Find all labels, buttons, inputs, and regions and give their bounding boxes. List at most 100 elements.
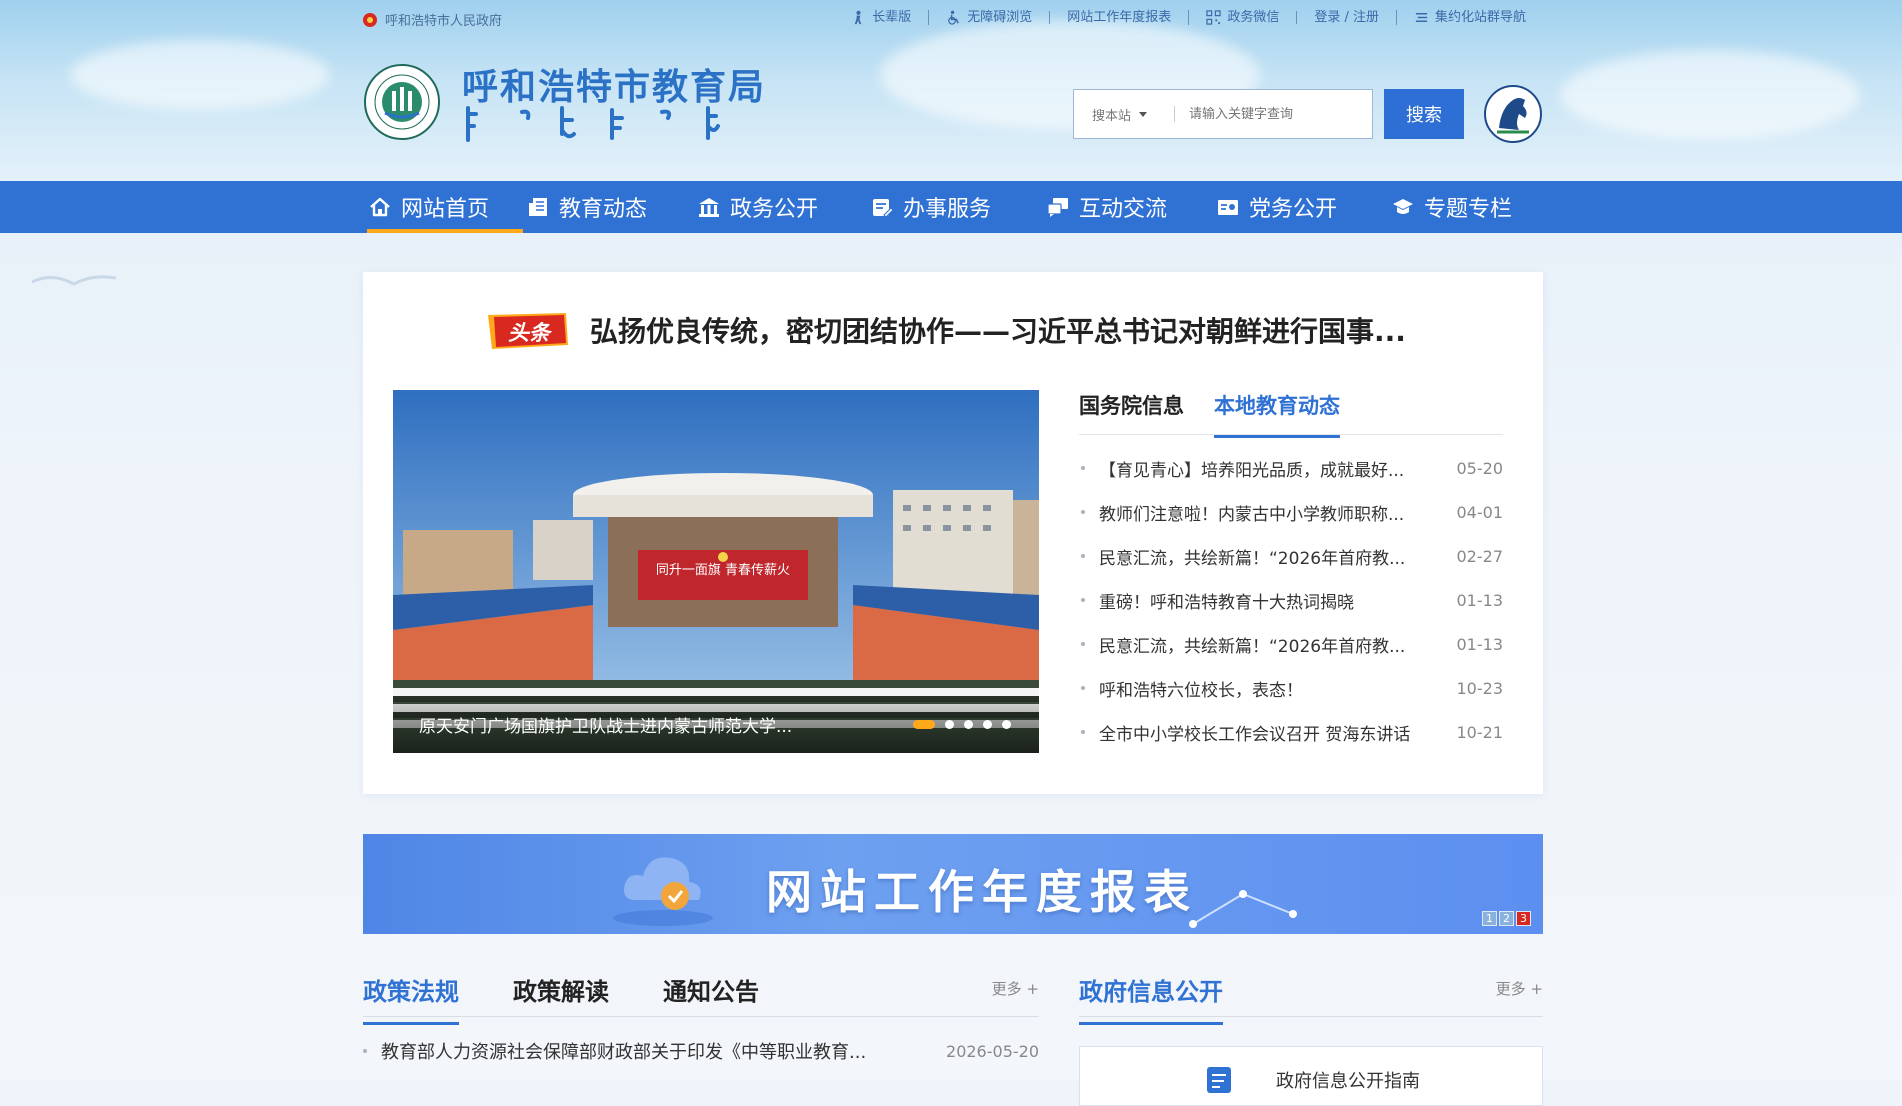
- policy-date: 2026-05-20: [946, 1041, 1039, 1061]
- tab-policies[interactable]: 政策法规: [363, 972, 459, 1025]
- bullet-icon: [1081, 730, 1085, 734]
- service-icon: [873, 199, 893, 218]
- document-icon: [1207, 1067, 1231, 1093]
- network-decoration: [1189, 890, 1297, 928]
- annual-report-banner[interactable]: 网站工作年度报表 1 2 3: [363, 834, 1543, 934]
- headline[interactable]: 头条 弘扬优良传统，密切团结协作——习近平总书记对朝鲜进行国事...: [486, 310, 1406, 350]
- accessibility-link[interactable]: 无障碍浏览: [928, 10, 1049, 25]
- login-label: 登录 / 注册: [1314, 10, 1379, 25]
- home-icon: [370, 197, 390, 217]
- annual-report-label: 网站工作年度报表: [1067, 10, 1172, 25]
- gov-info-guide-card[interactable]: 政府信息公开指南: [1079, 1046, 1543, 1106]
- news-date: 10-21: [1456, 722, 1504, 742]
- site-group-nav-label: 集约化站群导航: [1434, 10, 1526, 25]
- gov-info-header: 政府信息公开 更多 +: [1079, 962, 1543, 1025]
- headline-badge: 头条: [486, 311, 568, 349]
- list-item[interactable]: 民意汇流，共绘新篇！“2026年首府教... 02-27: [1079, 534, 1503, 578]
- news-date: 04-01: [1456, 502, 1504, 522]
- banner-page-2[interactable]: 2: [1499, 911, 1514, 926]
- list-item[interactable]: 全市中小学校长工作会议召开 贺海东讲话 10-21: [1079, 710, 1503, 754]
- list-item[interactable]: 民意汇流，共绘新篇！“2026年首府教... 01-13: [1079, 622, 1503, 666]
- annual-report-link[interactable]: 网站工作年度报表: [1049, 11, 1188, 24]
- table-row[interactable]: 教育部人力资源社会保障部财政部关于印发《中等职业教育... 2026-05-20: [363, 1038, 1039, 1064]
- list-item[interactable]: 教师们注意啦！内蒙古中小学教师职称... 04-01: [1079, 490, 1503, 534]
- bullet-icon: [1081, 554, 1085, 558]
- slider-dot-3[interactable]: [964, 720, 973, 729]
- nav-special-topics[interactable]: 专题专栏: [1392, 181, 1532, 233]
- cloud-decoration: [70, 40, 330, 110]
- news-title: 呼和浩特六位校长，表态！: [1099, 680, 1303, 701]
- policy-more-link[interactable]: 更多 +: [992, 978, 1039, 999]
- headline-badge-label: 头条: [508, 321, 550, 345]
- tab-gov-info[interactable]: 政府信息公开: [1079, 972, 1223, 1025]
- building-icon: [699, 198, 719, 217]
- nav-party-affairs-label: 党务公开: [1249, 197, 1338, 222]
- cloud-decoration: [1560, 50, 1860, 140]
- news-date: 01-13: [1456, 590, 1504, 610]
- site-title: 呼和浩特市教育局: [462, 67, 767, 108]
- banner-title: 网站工作年度报表: [766, 865, 1198, 919]
- list-item[interactable]: 【育见青心】培养阳光品质，成就最好... 05-20: [1079, 446, 1503, 490]
- nav-services[interactable]: 办事服务: [871, 181, 1047, 233]
- nav-education-news[interactable]: 教育动态: [523, 181, 698, 233]
- top-bar: 呼和浩特市人民政府 长辈版 无障碍浏览 网站工作年度报表 政务微信 登录 / 注…: [363, 10, 1543, 34]
- horse-mascot-icon[interactable]: [1483, 84, 1543, 144]
- chat-icon: [1047, 198, 1068, 217]
- gov-info-more-link[interactable]: 更多 +: [1496, 978, 1543, 999]
- nav-government-affairs-label: 政务公开: [730, 197, 819, 222]
- news-date: 02-27: [1456, 546, 1504, 566]
- slider-dot-2[interactable]: [945, 720, 954, 729]
- nav-government-affairs[interactable]: 政务公开: [698, 181, 871, 233]
- tab-state-council[interactable]: 国务院信息: [1079, 390, 1184, 420]
- bullet-icon: [1081, 598, 1085, 602]
- tab-policy-interpretation[interactable]: 政策解读: [513, 972, 609, 1007]
- national-emblem-icon: [363, 12, 377, 27]
- tab-local-education[interactable]: 本地教育动态: [1214, 390, 1340, 438]
- nav-education-news-label: 教育动态: [559, 197, 648, 222]
- bullet-icon: [1081, 686, 1085, 690]
- search-input[interactable]: [1175, 105, 1371, 123]
- news-title: 教师们注意啦！内蒙古中小学教师职称...: [1099, 504, 1405, 525]
- slider-dot-1[interactable]: [913, 720, 935, 729]
- slider-dot-5[interactable]: [1002, 720, 1011, 729]
- elder-mode-label: 长辈版: [872, 10, 912, 25]
- policy-title: 教育部人力资源社会保障部财政部关于印发《中等职业教育...: [381, 1042, 867, 1063]
- mongolian-script-logo: [466, 106, 720, 142]
- slider-dot-4[interactable]: [983, 720, 992, 729]
- nav-home[interactable]: 网站首页: [363, 181, 523, 233]
- banner-page-3[interactable]: 3: [1516, 911, 1531, 926]
- news-icon: [529, 198, 547, 216]
- banner-pagination: 1 2 3: [1482, 911, 1531, 926]
- news-date: 05-20: [1456, 458, 1504, 478]
- gov-portal-link[interactable]: 呼和浩特市人民政府: [363, 10, 502, 29]
- graduation-icon: [1393, 199, 1413, 214]
- banner-page-1[interactable]: 1: [1482, 911, 1497, 926]
- nav-party-affairs[interactable]: 党务公开: [1217, 181, 1392, 233]
- bullet-icon: [1081, 642, 1085, 646]
- cloud-server-icon: [613, 857, 713, 926]
- news-title: 民意汇流，共绘新篇！“2026年首府教...: [1099, 636, 1406, 657]
- login-link[interactable]: 登录 / 注册: [1296, 11, 1396, 24]
- news-title: 【育见青心】培养阳光品质，成就最好...: [1099, 460, 1405, 481]
- image-slider[interactable]: 同升一面旗 青春传薪火 原天安门广场国旗护卫队战士进内蒙古师范大学...: [393, 390, 1039, 753]
- search-scope-select[interactable]: 搜本站: [1074, 105, 1174, 124]
- nav-interaction-label: 互动交流: [1079, 197, 1168, 222]
- search-button[interactable]: 搜索: [1384, 89, 1464, 139]
- list-item[interactable]: 重磅！呼和浩特教育十大热词揭晓 01-13: [1079, 578, 1503, 622]
- bird-decoration: [31, 275, 117, 286]
- bullet-icon: [1081, 510, 1085, 514]
- slider-caption[interactable]: 原天安门广场国旗护卫队战士进内蒙古师范大学...: [419, 712, 792, 737]
- slider-pagination: [913, 720, 1011, 729]
- search-box: 搜本站: [1073, 89, 1373, 139]
- tab-notices[interactable]: 通知公告: [663, 972, 759, 1007]
- nav-interaction[interactable]: 互动交流: [1047, 181, 1217, 233]
- nav-services-label: 办事服务: [903, 197, 992, 222]
- bureau-logo[interactable]: [363, 63, 441, 141]
- wechat-link[interactable]: 政务微信: [1188, 10, 1296, 25]
- elder-icon: [855, 10, 862, 25]
- site-group-nav-link[interactable]: 集约化站群导航: [1395, 10, 1543, 25]
- list-item[interactable]: 呼和浩特六位校长，表态！ 10-23: [1079, 666, 1503, 710]
- gov-info-guide-label: 政府信息公开指南: [1276, 1071, 1420, 1092]
- elder-mode-link[interactable]: 长辈版: [834, 10, 928, 25]
- news-list: 【育见青心】培养阳光品质，成就最好... 05-20 教师们注意啦！内蒙古中小学教…: [1079, 446, 1503, 754]
